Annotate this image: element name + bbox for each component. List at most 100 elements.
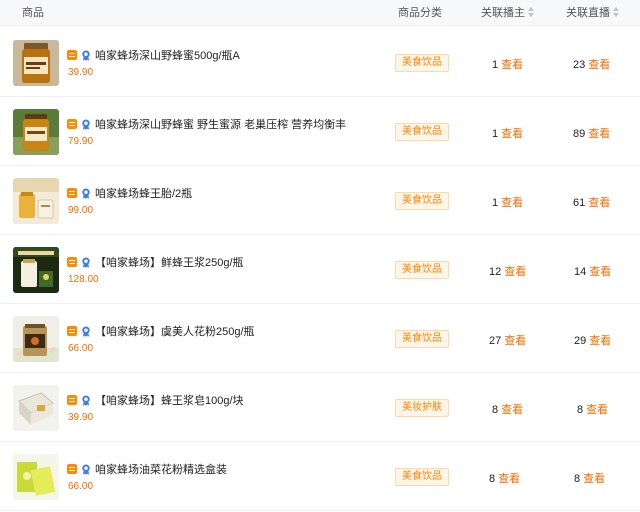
shop-icon [67, 188, 77, 198]
category-tag: 美食饮品 [395, 468, 449, 486]
product-title[interactable]: 咱家蜂场蜂王胎/2瓶 [95, 185, 192, 201]
related-anchors-cell: 1 查看 [492, 125, 523, 141]
category-tag: 美食饮品 [395, 123, 449, 141]
shop-icon [67, 326, 77, 336]
related-anchors-cell: 8 查看 [492, 401, 523, 417]
category-tag: 美食饮品 [395, 54, 449, 72]
related-lives-count: 61 [573, 197, 586, 209]
product-title[interactable]: 咱家蜂场油菜花粉精选盒装 [95, 461, 227, 477]
view-anchors-link[interactable]: 查看 [501, 128, 523, 140]
related-lives-count: 23 [573, 59, 586, 71]
related-anchors-cell: 12 查看 [489, 263, 526, 279]
table-header: 商品 商品分类 关联播主 关联直播 [0, 0, 640, 26]
product-title-line: 【咱家蜂场】蜂王浆皂100g/块 [67, 393, 244, 407]
related-lives-count: 89 [573, 128, 586, 140]
product-title-line: 咱家蜂场蜂王胎/2瓶 [67, 186, 192, 200]
column-header-label: 关联直播 [566, 7, 610, 19]
related-anchors-cell: 8 查看 [489, 470, 520, 486]
view-lives-link[interactable]: 查看 [589, 266, 611, 278]
product-title-line: 【咱家蜂场】鲜蜂王浆250g/瓶 [67, 255, 244, 269]
sort-icon[interactable] [613, 7, 619, 17]
related-anchors-count: 12 [489, 266, 502, 278]
related-lives-cell: 29 查看 [574, 332, 611, 348]
view-lives-link[interactable]: 查看 [588, 59, 610, 71]
view-anchors-link[interactable]: 查看 [504, 266, 526, 278]
related-anchors-count: 1 [492, 197, 499, 209]
related-lives-cell: 8 查看 [574, 470, 605, 486]
product-table: 商品 商品分类 关联播主 关联直播 咱家蜂场深山野蜂蜜500g/瓶A 39.90… [0, 0, 640, 512]
verified-badge-icon [81, 119, 91, 130]
view-lives-link[interactable]: 查看 [586, 404, 608, 416]
category-tag: 美妆护肤 [395, 399, 449, 417]
view-lives-link[interactable]: 查看 [588, 197, 610, 209]
sort-icon[interactable] [528, 7, 534, 17]
product-title[interactable]: 【咱家蜂场】鲜蜂王浆250g/瓶 [95, 254, 244, 270]
view-anchors-link[interactable]: 查看 [501, 197, 523, 209]
shop-icon [67, 257, 77, 267]
related-anchors-count: 27 [489, 335, 502, 347]
view-anchors-link[interactable]: 查看 [498, 473, 520, 485]
column-header-category: 商品分类 [398, 7, 442, 19]
table-row: 【咱家蜂场】虞美人花粉250g/瓶 66.00 美食饮品 27 查看 29 查看 [0, 304, 640, 373]
column-header-related-anchors[interactable]: 关联播主 [481, 0, 534, 26]
verified-badge-icon [81, 326, 91, 337]
shop-icon [67, 119, 77, 129]
related-lives-count: 14 [574, 266, 587, 278]
related-lives-count: 8 [577, 404, 584, 416]
view-lives-link[interactable]: 查看 [583, 473, 605, 485]
related-lives-cell: 89 查看 [573, 125, 610, 141]
verified-badge-icon [81, 50, 91, 61]
product-title[interactable]: 咱家蜂场深山野蜂蜜500g/瓶A [95, 47, 240, 63]
view-lives-link[interactable]: 查看 [588, 128, 610, 140]
category-tag: 美食饮品 [395, 192, 449, 210]
table-row: 咱家蜂场深山野蜂蜜 野生蜜源 老巢压榨 营养均衡丰 79.90 美食饮品 1 查看… [0, 97, 640, 166]
product-thumbnail[interactable] [13, 109, 59, 155]
shop-icon [67, 395, 77, 405]
product-title[interactable]: 咱家蜂场深山野蜂蜜 野生蜜源 老巢压榨 营养均衡丰 [95, 116, 346, 132]
table-row: 咱家蜂场深山野蜂蜜500g/瓶A 39.90 美食饮品 1 查看 23 查看 [0, 28, 640, 97]
product-thumbnail[interactable] [13, 178, 59, 224]
product-price: 66.00 [68, 343, 94, 354]
related-anchors-cell: 1 查看 [492, 56, 523, 72]
shop-icon [67, 464, 77, 474]
related-anchors-cell: 27 查看 [489, 332, 526, 348]
related-anchors-count: 1 [492, 128, 499, 140]
product-thumbnail[interactable] [13, 316, 59, 362]
verified-badge-icon [81, 257, 91, 268]
view-lives-link[interactable]: 查看 [589, 335, 611, 347]
product-thumbnail[interactable] [13, 40, 59, 86]
product-thumbnail[interactable] [13, 247, 59, 293]
product-title[interactable]: 【咱家蜂场】虞美人花粉250g/瓶 [95, 323, 255, 339]
product-price: 99.00 [68, 205, 94, 216]
product-price: 39.90 [68, 67, 94, 78]
column-header-label: 关联播主 [481, 7, 525, 19]
verified-badge-icon [81, 188, 91, 199]
table-row: 【咱家蜂场】鲜蜂王浆250g/瓶 128.00 美食饮品 12 查看 14 查看 [0, 235, 640, 304]
related-lives-cell: 8 查看 [577, 401, 608, 417]
table-row: 咱家蜂场油菜花粉精选盒装 66.00 美食饮品 8 查看 8 查看 [0, 442, 640, 511]
shop-icon [67, 50, 77, 60]
related-lives-cell: 61 查看 [573, 194, 610, 210]
product-price: 128.00 [68, 274, 99, 285]
related-anchors-count: 1 [492, 59, 499, 71]
related-anchors-count: 8 [492, 404, 499, 416]
view-anchors-link[interactable]: 查看 [501, 59, 523, 71]
related-lives-count: 29 [574, 335, 587, 347]
product-price: 66.00 [68, 481, 94, 492]
verified-badge-icon [81, 464, 91, 475]
category-tag: 美食饮品 [395, 261, 449, 279]
product-title-line: 【咱家蜂场】虞美人花粉250g/瓶 [67, 324, 255, 338]
product-title-line: 咱家蜂场深山野蜂蜜500g/瓶A [67, 48, 240, 62]
column-header-product: 商品 [22, 7, 44, 19]
view-anchors-link[interactable]: 查看 [504, 335, 526, 347]
product-thumbnail[interactable] [13, 454, 59, 500]
related-lives-count: 8 [574, 473, 581, 485]
related-lives-cell: 23 查看 [573, 56, 610, 72]
product-title-line: 咱家蜂场油菜花粉精选盒装 [67, 462, 227, 476]
view-anchors-link[interactable]: 查看 [501, 404, 523, 416]
product-price: 39.90 [68, 412, 94, 423]
column-header-related-lives[interactable]: 关联直播 [566, 0, 619, 26]
product-title[interactable]: 【咱家蜂场】蜂王浆皂100g/块 [95, 392, 244, 408]
product-thumbnail[interactable] [13, 385, 59, 431]
category-tag: 美食饮品 [395, 330, 449, 348]
